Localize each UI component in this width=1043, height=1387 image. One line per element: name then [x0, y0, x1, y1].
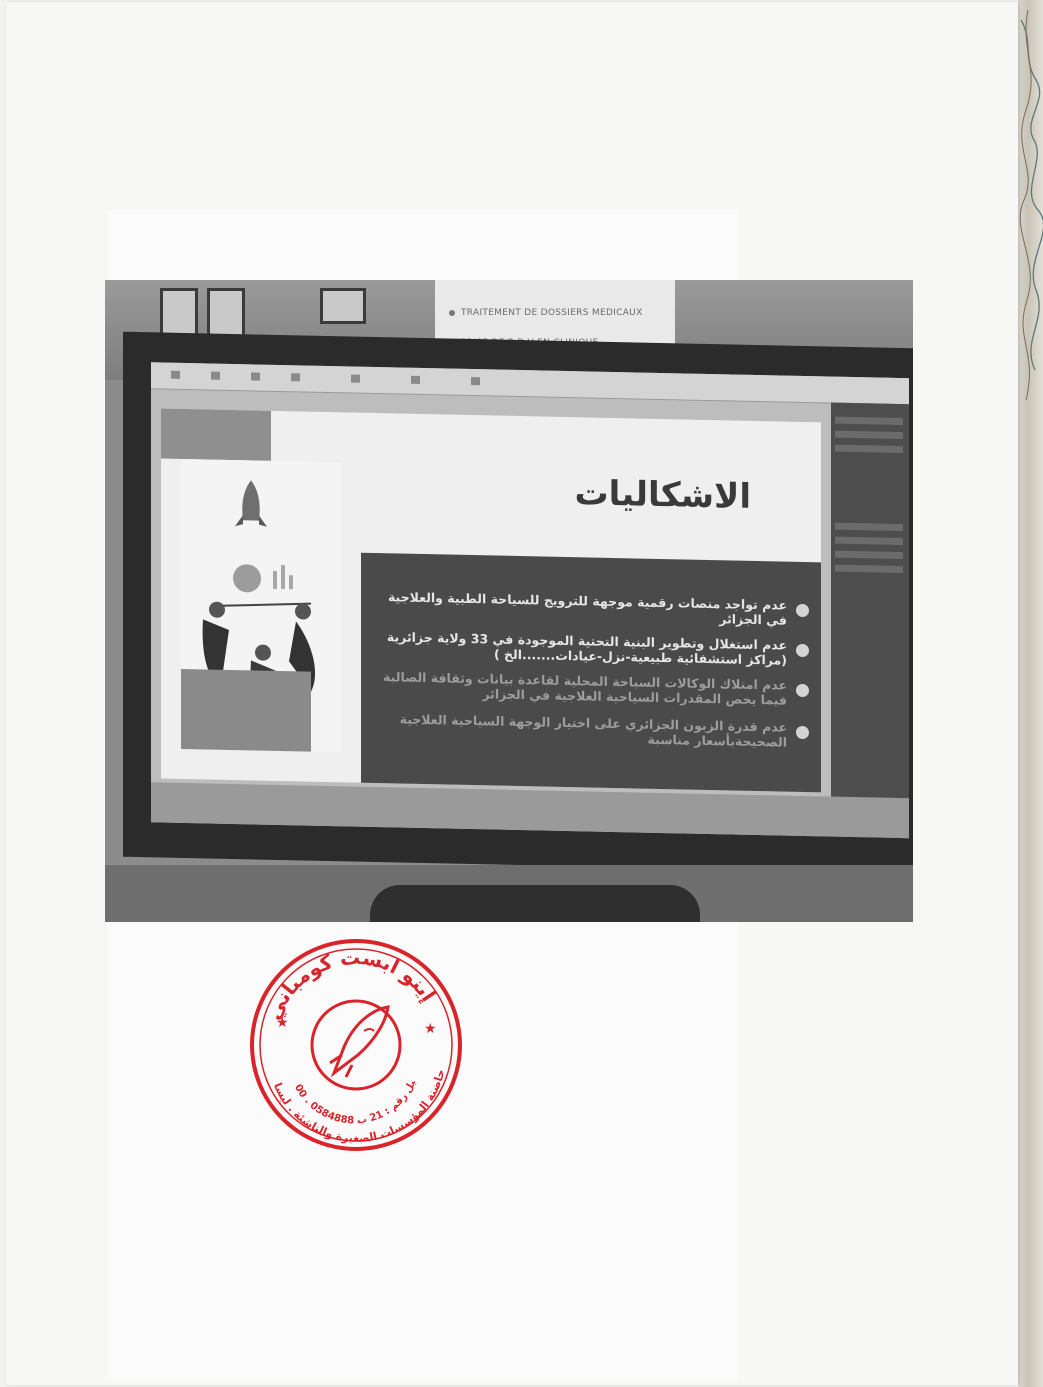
wall-frame — [320, 288, 366, 324]
slide-decor-block — [181, 668, 311, 752]
toolbar-icon — [351, 374, 360, 383]
doodle-paper-edge — [1019, 9, 1043, 401]
monitor-stand — [370, 885, 700, 922]
slide-bullet: عدم قدرة الزبون الجزائري على اختيار الوج… — [369, 711, 809, 750]
app-side-panel — [831, 402, 909, 839]
panel-row — [835, 430, 903, 440]
toolbar-icon — [291, 373, 300, 382]
panel-row — [835, 550, 903, 560]
panel-row — [835, 416, 903, 426]
toolbar-icon — [171, 370, 180, 379]
wall-frame — [207, 288, 245, 338]
app-toolbar — [151, 362, 909, 406]
monitor-screen: الاشكاليات عدم تواجد منصات رقمية موجهة ل… — [151, 362, 909, 839]
toolbar-icon — [211, 371, 220, 380]
wall-frame — [160, 288, 198, 338]
panel-row — [835, 536, 903, 546]
svg-text:حاضنة المؤسسات الصغيرة والناشئ: حاضنة المؤسسات الصغيرة والناشئة . ليسا — [271, 1068, 448, 1145]
slide-content-box: عدم تواجد منصات رقمية موجهة للترويج للسي… — [361, 552, 821, 793]
presentation-slide: الاشكاليات عدم تواجد منصات رقمية موجهة ل… — [161, 408, 821, 793]
slide-title: الاشكاليات — [574, 473, 751, 517]
panel-row — [835, 564, 903, 574]
svg-text:★: ★ — [424, 1021, 437, 1037]
slide-bullet: عدم استغلال وتطوير البنية التحتية الموجو… — [369, 629, 809, 668]
company-stamp: إينو ابست كومباني حاضنة المؤسسات الصغيرة… — [246, 935, 462, 1151]
svg-text:★: ★ — [276, 1015, 289, 1031]
toolbar-icon — [251, 372, 260, 381]
slide-bullet: عدم تواجد منصات رقمية موجهة للترويج للسي… — [369, 589, 809, 628]
toolbar-icon — [411, 375, 420, 384]
toolbar-icon — [471, 377, 480, 386]
printed-photo: TRAITEMENT DE DOSSIERS MEDICAUX PRISE DE… — [105, 280, 913, 922]
panel-row — [835, 444, 903, 454]
monitor: الاشكاليات عدم تواجد منصات رقمية موجهة ل… — [123, 331, 913, 874]
slide-decor-block — [161, 408, 271, 461]
poster-item: TRAITEMENT DE DOSSIERS MEDICAUX — [449, 308, 643, 318]
panel-row — [835, 522, 903, 532]
slide-bullet: عدم امتلاك الوكالات السياحة المحلية لقاع… — [369, 669, 809, 708]
